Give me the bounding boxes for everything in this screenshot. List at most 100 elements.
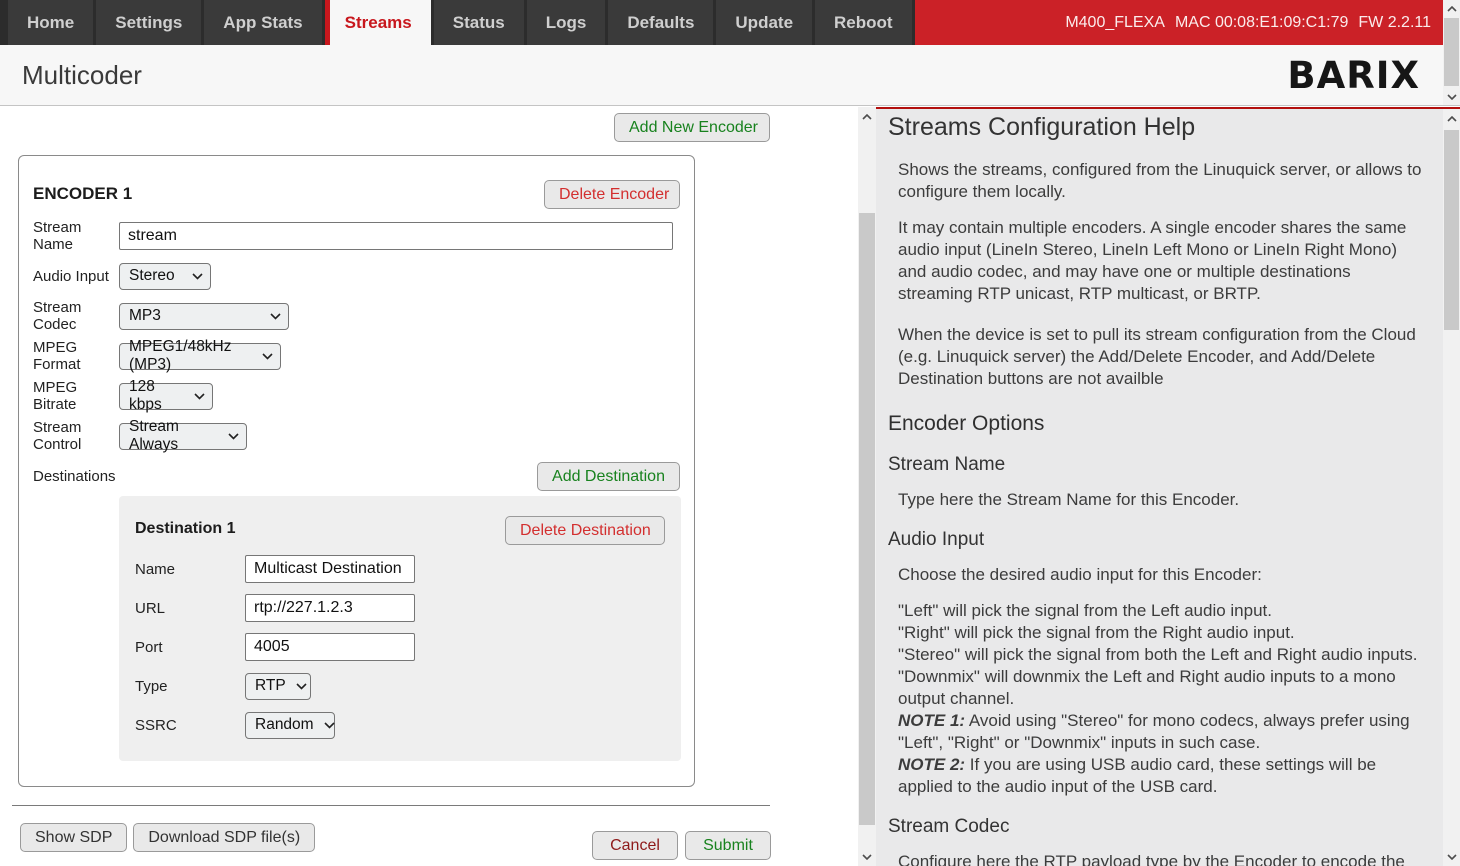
- note2-label: NOTE 2:: [898, 755, 965, 774]
- chevron-down-icon: [296, 683, 307, 690]
- stream-name-label: Stream Name: [33, 219, 119, 253]
- mpeg-format-value: MPEG1/48kHz (MP3): [129, 338, 252, 374]
- mpeg-format-select[interactable]: MPEG1/48kHz (MP3): [119, 343, 281, 370]
- scroll-down-icon[interactable]: [858, 848, 876, 865]
- help-heading-audio-input: Audio Input: [888, 529, 1429, 551]
- nav-bar: Home Settings App Stats Streams Status L…: [0, 0, 1460, 45]
- download-sdp-button[interactable]: Download SDP file(s): [133, 823, 315, 852]
- help-heading-stream-name: Stream Name: [888, 454, 1429, 476]
- barix-logo: BARIX: [1287, 54, 1420, 97]
- destination-url-label: URL: [135, 600, 245, 617]
- chevron-down-icon: [228, 433, 239, 440]
- mpeg-bitrate-value: 128 kbps: [129, 378, 184, 414]
- note1-text: Avoid using "Stereo" for mono codecs, al…: [898, 711, 1410, 752]
- header-scrollbar[interactable]: [1443, 0, 1460, 105]
- destination-type-select[interactable]: RTP: [245, 673, 311, 700]
- note1-label: NOTE 1:: [898, 711, 965, 730]
- help-heading-encoder-options: Encoder Options: [888, 412, 1429, 436]
- encoder-panel: ENCODER 1 Delete Encoder Stream Name Aud…: [18, 155, 695, 787]
- device-mac: MAC 00:08:E1:09:C1:79: [1175, 14, 1348, 32]
- help-line: "Stereo" will pick the signal from both …: [898, 645, 1418, 664]
- form-divider: [12, 805, 770, 806]
- destinations-label: Destinations: [33, 468, 116, 485]
- help-audio-input-details: "Left" will pick the signal from the Lef…: [898, 600, 1429, 798]
- note2-text: If you are using USB audio card, these s…: [898, 755, 1376, 796]
- chevron-down-icon: [270, 313, 281, 320]
- chevron-down-icon: [262, 353, 273, 360]
- help-line: "Left" will pick the signal from the Lef…: [898, 601, 1272, 620]
- destination-ssrc-label: SSRC: [135, 717, 245, 734]
- destination-name-label: Name: [135, 561, 245, 578]
- form-scrollbar[interactable]: [858, 107, 876, 866]
- mpeg-bitrate-select[interactable]: 128 kbps: [119, 383, 213, 410]
- delete-destination-button[interactable]: Delete Destination: [505, 516, 665, 545]
- nav-tab-status[interactable]: Status: [434, 0, 524, 45]
- stream-codec-select[interactable]: MP3: [119, 303, 289, 330]
- chevron-down-icon: [324, 722, 335, 729]
- stream-control-value: Stream Always: [129, 418, 218, 454]
- help-paragraph: When the device is set to pull its strea…: [898, 324, 1429, 390]
- stream-control-select[interactable]: Stream Always: [119, 423, 247, 450]
- nav-tab-app-stats[interactable]: App Stats: [204, 0, 321, 45]
- scroll-up-icon[interactable]: [1443, 0, 1460, 17]
- add-destination-button[interactable]: Add Destination: [537, 462, 680, 491]
- destination-type-label: Type: [135, 678, 245, 695]
- nav-tab-update[interactable]: Update: [716, 0, 812, 45]
- cancel-button[interactable]: Cancel: [592, 831, 678, 860]
- show-sdp-button[interactable]: Show SDP: [20, 823, 127, 852]
- audio-input-select[interactable]: Stereo: [119, 263, 211, 290]
- help-line: "Downmix" will downmix the Left and Righ…: [898, 667, 1396, 708]
- scroll-down-icon[interactable]: [1443, 88, 1460, 105]
- destination-name-input[interactable]: [245, 555, 415, 583]
- nav-tab-logs[interactable]: Logs: [527, 0, 606, 45]
- help-title: Streams Configuration Help: [888, 113, 1429, 142]
- encoder-title: ENCODER 1: [33, 180, 132, 204]
- help-line: "Right" will pick the signal from the Ri…: [898, 623, 1295, 642]
- nav-tab-settings[interactable]: Settings: [96, 0, 201, 45]
- scroll-up-icon[interactable]: [858, 108, 876, 125]
- add-new-encoder-button[interactable]: Add New Encoder: [614, 113, 770, 142]
- nav-tab-home[interactable]: Home: [8, 0, 93, 45]
- help-paragraph: Choose the desired audio input for this …: [898, 564, 1429, 586]
- stream-name-input[interactable]: [119, 222, 673, 250]
- scrollbar-thumb[interactable]: [859, 213, 875, 825]
- stream-config-frame: Add New Encoder ENCODER 1 Delete Encoder…: [0, 107, 876, 866]
- help-frame: Streams Configuration Help Shows the str…: [876, 107, 1460, 866]
- stream-control-label: Stream Control: [33, 419, 119, 453]
- scroll-down-icon[interactable]: [1443, 848, 1460, 865]
- help-paragraph: It may contain multiple encoders. A sing…: [898, 217, 1429, 305]
- device-name: M400_FLEXA: [1065, 14, 1165, 32]
- mpeg-format-label: MPEG Format: [33, 339, 119, 373]
- chevron-down-icon: [194, 393, 205, 400]
- chevron-down-icon: [192, 273, 203, 280]
- destination-port-label: Port: [135, 639, 245, 656]
- scrollbar-thumb[interactable]: [1444, 18, 1459, 86]
- help-paragraph: Configure here the RTP payload type by t…: [898, 851, 1429, 866]
- scrollbar-thumb[interactable]: [1444, 130, 1459, 330]
- help-paragraph: Shows the streams, configured from the L…: [898, 159, 1429, 203]
- mpeg-bitrate-label: MPEG Bitrate: [33, 379, 119, 413]
- header-frame: Home Settings App Stats Streams Status L…: [0, 0, 1460, 106]
- device-firmware: FW 2.2.11: [1358, 14, 1431, 32]
- destination-title: Destination 1: [135, 516, 235, 538]
- destination-port-input[interactable]: [245, 633, 415, 661]
- destination-type-value: RTP: [255, 677, 286, 695]
- nav-tab-streams[interactable]: Streams: [325, 0, 431, 45]
- device-info-banner: M400_FLEXA MAC 00:08:E1:09:C1:79 FW 2.2.…: [915, 0, 1443, 45]
- delete-encoder-button[interactable]: Delete Encoder: [544, 180, 680, 209]
- stream-codec-label: Stream Codec: [33, 299, 119, 333]
- help-heading-stream-codec: Stream Codec: [888, 816, 1429, 838]
- nav-tab-defaults[interactable]: Defaults: [608, 0, 713, 45]
- submit-button[interactable]: Submit: [685, 831, 771, 860]
- page-title: Multicoder: [22, 60, 142, 91]
- destination-ssrc-value: Random: [255, 716, 314, 734]
- destination-url-input[interactable]: [245, 594, 415, 622]
- destination-panel: Destination 1 Delete Destination Name UR…: [119, 496, 681, 761]
- audio-input-label: Audio Input: [33, 268, 119, 285]
- audio-input-value: Stereo: [129, 267, 175, 285]
- scroll-up-icon[interactable]: [1443, 110, 1460, 127]
- destination-ssrc-select[interactable]: Random: [245, 712, 335, 739]
- nav-tab-reboot[interactable]: Reboot: [815, 0, 912, 45]
- help-scrollbar[interactable]: [1443, 109, 1460, 866]
- stream-codec-value: MP3: [129, 307, 161, 325]
